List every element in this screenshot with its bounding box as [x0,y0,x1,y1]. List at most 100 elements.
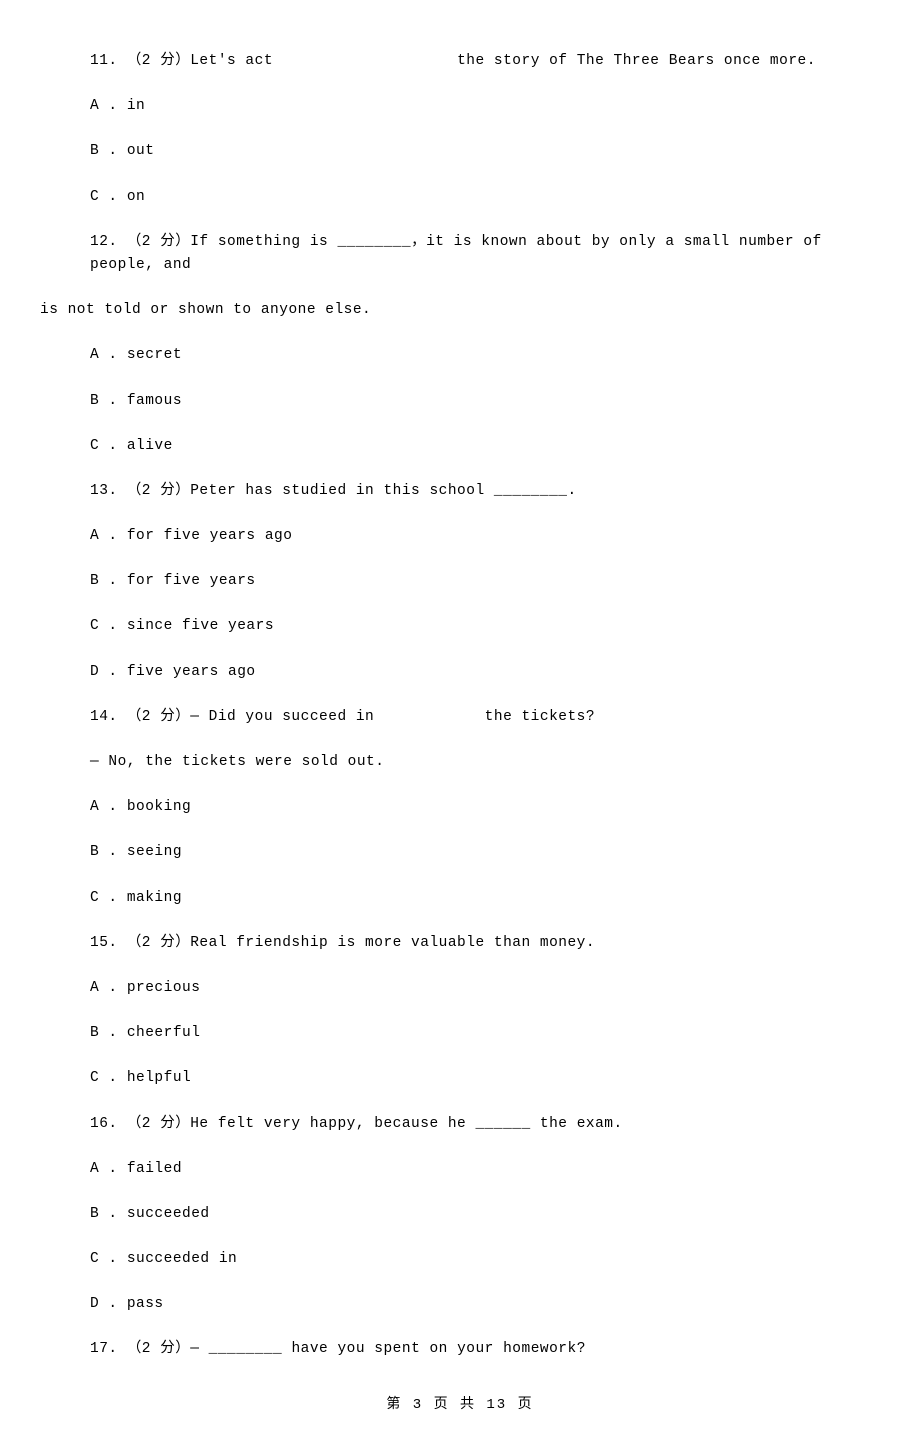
question-points: （2 分） [127,935,190,951]
option-label: C . [90,1070,127,1086]
prompt-continuation: — No, the tickets were sold out. [40,751,880,774]
prompt-before: — Did you succeed in [190,709,374,725]
question-points: （2 分） [127,1341,190,1357]
question-points: （2 分） [127,234,190,250]
prompt-after: have you spent on your homework? [282,1341,586,1357]
blank-underscore: ________ [485,483,568,499]
blank-space [273,53,457,69]
answer-option[interactable]: C . on [40,186,880,209]
prompt-before: He felt very happy, because he [190,1116,466,1132]
answer-option[interactable]: A . booking [40,796,880,819]
prompt-before: Real friendship is more valuable than mo… [190,935,595,951]
question-number: 16. [90,1116,127,1132]
question-number: 17. [90,1341,127,1357]
option-text: in [127,98,145,114]
option-text: pass [127,1296,164,1312]
question-prompt: 16. （2 分）He felt very happy, because he … [40,1113,880,1136]
option-label: B . [90,1025,127,1041]
answer-option[interactable]: B . cheerful [40,1022,880,1045]
option-text: famous [127,393,182,409]
option-label: C . [90,890,127,906]
answer-option[interactable]: A . in [40,95,880,118]
question-number: 13. [90,483,127,499]
option-text: secret [127,347,182,363]
prompt-before: Let's act [190,53,273,69]
prompt-after: . [568,483,577,499]
question-number: 11. [90,53,127,69]
answer-option[interactable]: B . famous [40,390,880,413]
option-text: since five years [127,618,274,634]
option-text: succeeded [127,1206,210,1222]
answer-option[interactable]: B . for five years [40,570,880,593]
answer-option[interactable]: D . pass [40,1293,880,1316]
prompt-after: the tickets? [485,709,595,725]
question-points: （2 分） [127,1116,190,1132]
option-label: B . [90,1206,127,1222]
option-label: D . [90,664,127,680]
blank-underscore: ________ [199,1341,282,1357]
answer-option[interactable]: C . helpful [40,1067,880,1090]
page-container: 11. （2 分）Let's act the story of The Thre… [0,0,920,1436]
option-text: for five years [127,573,256,589]
option-label: A . [90,980,127,996]
prompt-after: the exam. [531,1116,623,1132]
option-label: A . [90,98,127,114]
page-footer: 第 3 页 共 13 页 [40,1384,880,1416]
option-text: cheerful [127,1025,201,1041]
question-points: （2 分） [127,53,190,69]
blank-space [374,709,484,725]
option-text: failed [127,1161,182,1177]
answer-option[interactable]: D . five years ago [40,661,880,684]
answer-option[interactable]: A . secret [40,344,880,367]
option-text: out [127,143,155,159]
option-text: booking [127,799,191,815]
option-label: B . [90,844,127,860]
answer-option[interactable]: A . precious [40,977,880,1000]
option-text: succeeded in [127,1251,237,1267]
option-label: C . [90,1251,127,1267]
option-label: C . [90,438,127,454]
option-label: D . [90,1296,127,1312]
option-text: making [127,890,182,906]
question-prompt: 15. （2 分）Real friendship is more valuabl… [40,932,880,955]
answer-option[interactable]: B . out [40,140,880,163]
prompt-before: Peter has studied in this school [190,483,484,499]
question-number: 14. [90,709,127,725]
option-label: C . [90,618,127,634]
answer-option[interactable]: C . since five years [40,615,880,638]
question-prompt: 14. （2 分）— Did you succeed in the ticket… [40,706,880,729]
question-points: （2 分） [127,709,190,725]
answer-option[interactable]: B . seeing [40,841,880,864]
option-label: A . [90,1161,127,1177]
prompt-before: If something is [190,234,328,250]
answer-option[interactable]: A . failed [40,1158,880,1181]
questions-area: 11. （2 分）Let's act the story of The Thre… [40,50,880,1362]
option-label: A . [90,528,127,544]
option-text: helpful [127,1070,191,1086]
option-text: alive [127,438,173,454]
option-text: precious [127,980,201,996]
answer-option[interactable]: A . for five years ago [40,525,880,548]
question-prompt: 13. （2 分）Peter has studied in this schoo… [40,480,880,503]
option-text: five years ago [127,664,256,680]
prompt-before: — [190,1341,199,1357]
option-label: B . [90,143,127,159]
option-label: A . [90,347,127,363]
option-label: A . [90,799,127,815]
answer-option[interactable]: C . alive [40,435,880,458]
prompt-after: the story of The Three Bears once more. [457,53,816,69]
question-prompt: 11. （2 分）Let's act the story of The Thre… [40,50,880,73]
option-label: C . [90,189,127,205]
question-points: （2 分） [127,483,190,499]
option-label: B . [90,393,127,409]
question-prompt: 12. （2 分）If something is ________，it is … [40,231,880,277]
option-text: on [127,189,145,205]
question-prompt: 17. （2 分）— ________ have you spent on yo… [40,1338,880,1361]
prompt-continuation: is not told or shown to anyone else. [40,299,880,322]
option-label: B . [90,573,127,589]
blank-underscore: ______ [466,1116,530,1132]
blank-underscore: ________ [328,234,411,250]
answer-option[interactable]: C . making [40,887,880,910]
answer-option[interactable]: B . succeeded [40,1203,880,1226]
answer-option[interactable]: C . succeeded in [40,1248,880,1271]
